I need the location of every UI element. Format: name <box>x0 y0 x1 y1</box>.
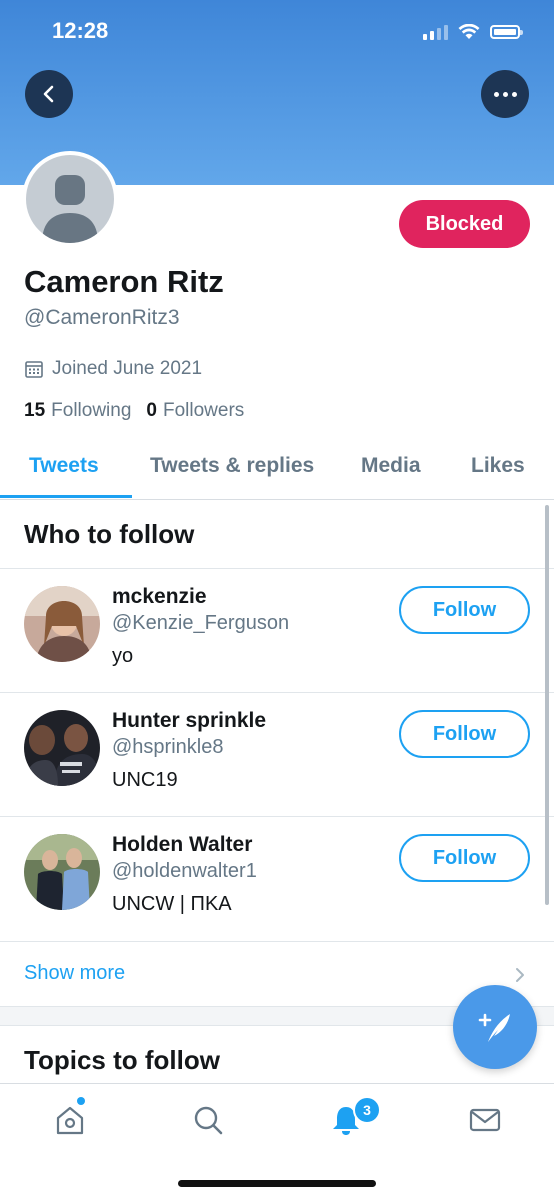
profile-handle: @CameronRitz3 <box>24 306 180 329</box>
chevron-left-icon <box>43 85 54 103</box>
cellular-signal-icon <box>423 24 448 40</box>
show-more-link[interactable]: Show more <box>24 962 125 985</box>
follow-button[interactable]: Follow <box>399 586 530 634</box>
divider <box>0 941 554 942</box>
user-bio: yo <box>112 645 134 667</box>
blocked-button[interactable]: Blocked <box>399 200 530 248</box>
tab-tweets[interactable]: Tweets <box>29 454 99 478</box>
compose-tweet-button[interactable] <box>453 985 537 1069</box>
home-icon <box>56 1106 84 1135</box>
user-avatar[interactable] <box>24 710 100 786</box>
search-tab[interactable] <box>190 1102 226 1138</box>
active-tab-indicator <box>0 495 132 498</box>
user-handle: @Kenzie_Ferguson <box>112 612 290 634</box>
user-name: mckenzie <box>112 585 207 608</box>
user-name: Holden Walter <box>112 833 253 856</box>
who-to-follow-title: Who to follow <box>24 519 195 549</box>
back-button[interactable] <box>25 70 73 118</box>
user-handle: @hsprinkle8 <box>112 736 224 758</box>
home-tab[interactable] <box>52 1102 88 1138</box>
default-avatar-icon <box>26 155 114 243</box>
wifi-icon <box>458 24 480 39</box>
joined-date: Joined June 2021 <box>24 358 202 380</box>
chevron-right-icon <box>516 968 524 982</box>
tab-media[interactable]: Media <box>361 454 421 478</box>
user-avatar[interactable] <box>24 586 100 662</box>
follow-button[interactable]: Follow <box>399 710 530 758</box>
user-avatar[interactable] <box>24 834 100 910</box>
profile-display-name: Cameron Ritz <box>24 264 224 299</box>
mail-icon <box>469 1108 501 1132</box>
suggested-user-row[interactable]: Hunter sprinkle @hsprinkle8 UNC19 Follow <box>0 692 554 816</box>
profile-avatar[interactable] <box>22 151 118 247</box>
following-link[interactable]: 15 Following <box>24 400 131 422</box>
status-time: 12:28 <box>52 18 109 43</box>
suggested-user-row[interactable]: mckenzie @Kenzie_Ferguson yo Follow <box>0 568 554 692</box>
joined-label: Joined June 2021 <box>52 358 203 379</box>
follow-stats: 15 Following 0 Followers <box>24 400 244 422</box>
home-unread-dot <box>77 1097 85 1105</box>
scrollbar[interactable] <box>545 505 549 905</box>
profile-tabs: Tweets Tweets & replies Media Likes <box>0 440 554 500</box>
home-indicator[interactable] <box>178 1180 376 1187</box>
user-handle: @holdenwalter1 <box>112 860 257 882</box>
tab-tweets-replies[interactable]: Tweets & replies <box>150 454 314 478</box>
followers-link[interactable]: 0 Followers <box>146 400 244 422</box>
topics-to-follow-title: Topics to follow <box>24 1045 220 1075</box>
more-options-button[interactable] <box>481 70 529 118</box>
compose-feather-icon <box>478 1013 510 1042</box>
calendar-icon <box>25 361 43 378</box>
more-icon <box>493 91 517 97</box>
follow-button[interactable]: Follow <box>399 834 530 882</box>
battery-icon <box>490 25 523 39</box>
user-bio: UNC19 <box>112 769 178 791</box>
status-icons <box>423 22 523 42</box>
suggested-user-row[interactable]: Holden Walter @holdenwalter1 UNCW | ΠΚΑ … <box>0 816 554 940</box>
tab-likes[interactable]: Likes <box>471 454 525 478</box>
user-name: Hunter sprinkle <box>112 709 267 732</box>
search-icon <box>194 1106 223 1135</box>
notifications-badge: 3 <box>353 1096 381 1124</box>
user-bio: UNCW | ΠΚΑ <box>112 893 232 915</box>
messages-tab[interactable] <box>467 1102 503 1138</box>
